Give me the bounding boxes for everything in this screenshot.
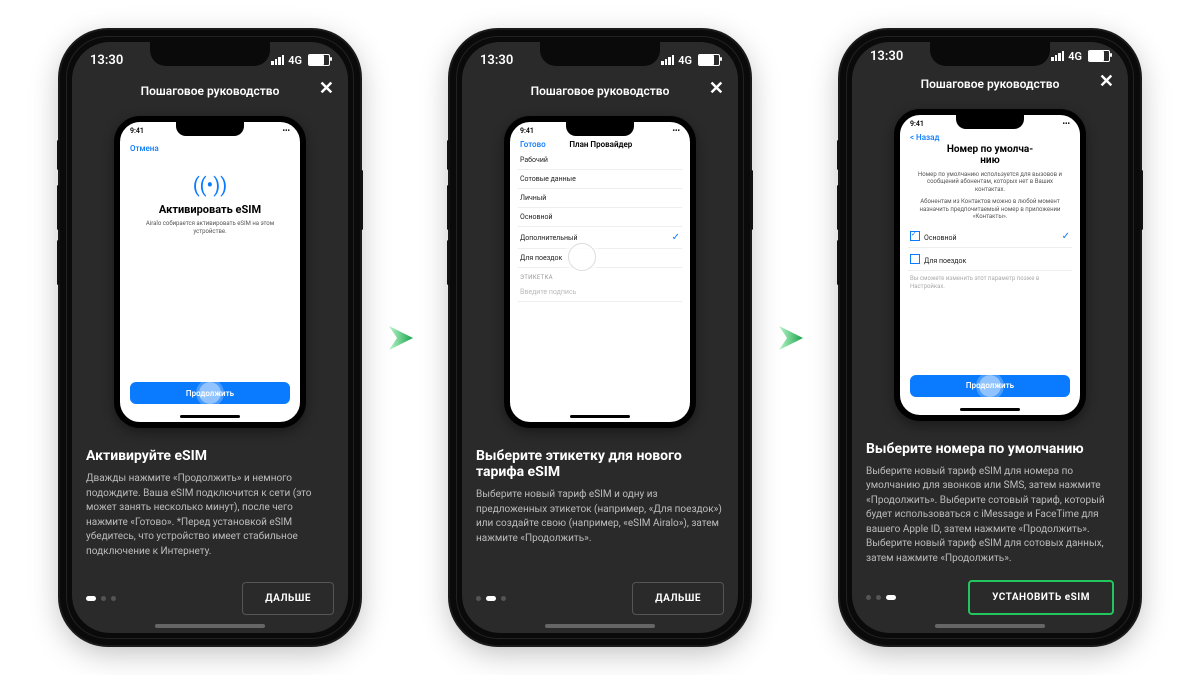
checkmark-icon: ✓: [672, 232, 680, 243]
antenna-icon: ((•)): [128, 173, 292, 197]
mini-para: Абонентам из Контактов можно в любой мом…: [914, 198, 1066, 221]
list-item: Личный: [518, 189, 682, 208]
touch-indicator-icon: [568, 243, 596, 271]
touch-indicator-icon: [979, 375, 1001, 397]
mini-subtitle: Airalo собирается активировать eSIM на э…: [140, 220, 280, 236]
status-time: 13:30: [90, 53, 123, 68]
page-indicator: [86, 596, 116, 601]
status-time: 13:30: [480, 53, 513, 68]
signal-icon: [271, 55, 284, 65]
list-item: Рабочий: [518, 151, 682, 170]
signal-icon: [661, 55, 674, 65]
section-label: ЭТИКЕТКА: [518, 268, 682, 283]
arrow-right-icon: [385, 318, 425, 358]
next-button[interactable]: ДАЛЬШЕ: [242, 582, 334, 615]
step-heading: Выберите этикетку для нового тарифа eSIM: [476, 448, 724, 480]
close-icon[interactable]: ✕: [709, 80, 724, 98]
mini-nav-cancel: Отмена: [130, 144, 159, 153]
step-heading: Активируйте eSIM: [86, 448, 334, 464]
inner-phone-preview: 9:41••• < Назад Номер по умолча- нию Ном…: [894, 109, 1086, 421]
status-network: 4G: [678, 54, 692, 67]
step-heading: Выберите номера по умолчанию: [866, 441, 1114, 457]
install-esim-button[interactable]: УСТАНОВИТЬ eSIM: [968, 580, 1114, 615]
close-icon[interactable]: ✕: [319, 80, 334, 98]
mini-title: Номер по умолча- нию: [908, 144, 1072, 167]
list-item: Дополнительный✓: [518, 227, 682, 249]
checkbox-icon: [910, 254, 920, 264]
notch: [150, 42, 270, 66]
arrow-right-icon: [775, 318, 815, 358]
step-body: Выберите новый тариф eSIM и одну из пред…: [476, 488, 724, 546]
inner-phone-preview: 9:41••• Отмена ((•)) Активировать eSIM A…: [114, 116, 306, 428]
label-input: Введите подпись: [518, 283, 682, 302]
mini-para: Номер по умолчанию используется для вызо…: [914, 171, 1066, 194]
step-body: Дважды нажмите «Продолжить» и немного по…: [86, 472, 334, 559]
checkmark-icon: ✓: [1062, 231, 1070, 242]
list-item: Сотовые данные: [518, 170, 682, 189]
checkbox-icon: [910, 231, 920, 241]
page-indicator: [476, 596, 506, 601]
next-button[interactable]: ДАЛЬШЕ: [632, 582, 724, 615]
status-network: 4G: [1068, 50, 1082, 63]
mini-nav-back: < Назад: [910, 133, 939, 142]
mini-title: Активировать eSIM: [128, 203, 292, 216]
sheet-title: Пошаговое руководство: [141, 84, 280, 98]
mini-footnote: Вы сможете изменить этот параметр позже …: [910, 275, 1070, 291]
option-row: Для поездок: [908, 248, 1072, 271]
home-indicator: [155, 624, 265, 628]
list-item: Для поездок: [518, 249, 682, 268]
mini-nav-title: План Провайдер: [569, 140, 632, 149]
sheet-title: Пошаговое руководство: [531, 84, 670, 98]
list-item: Основной: [518, 208, 682, 227]
close-icon[interactable]: ✕: [1099, 73, 1114, 91]
status-time: 13:30: [870, 49, 903, 64]
battery-icon: [698, 54, 720, 66]
mini-continue-button: Продолжить: [910, 375, 1070, 397]
phone-mockup-2: 13:30 4G Пошаговое руководство ✕ 9:41•••…: [450, 30, 750, 645]
battery-icon: [308, 54, 330, 66]
step-body: Выберите новый тариф eSIM для номера по …: [866, 465, 1114, 567]
signal-icon: [1051, 51, 1064, 61]
page-indicator: [866, 595, 896, 600]
phone-mockup-3: 13:30 4G Пошаговое руководство ✕ 9:41•••…: [840, 30, 1140, 645]
inner-phone-preview: 9:41••• ГотовоПлан Провайдер Рабочий Сот…: [504, 116, 696, 428]
option-row: Основной✓: [908, 225, 1072, 248]
phone-mockup-1: 13:30 4G Пошаговое руководство ✕ 9:41•••…: [60, 30, 360, 645]
battery-icon: [1088, 50, 1110, 62]
mini-nav-done: Готово: [520, 140, 546, 149]
mini-continue-button: Продолжить: [130, 382, 290, 404]
touch-indicator-icon: [199, 382, 221, 404]
sheet-title: Пошаговое руководство: [921, 77, 1060, 91]
status-network: 4G: [288, 54, 302, 67]
